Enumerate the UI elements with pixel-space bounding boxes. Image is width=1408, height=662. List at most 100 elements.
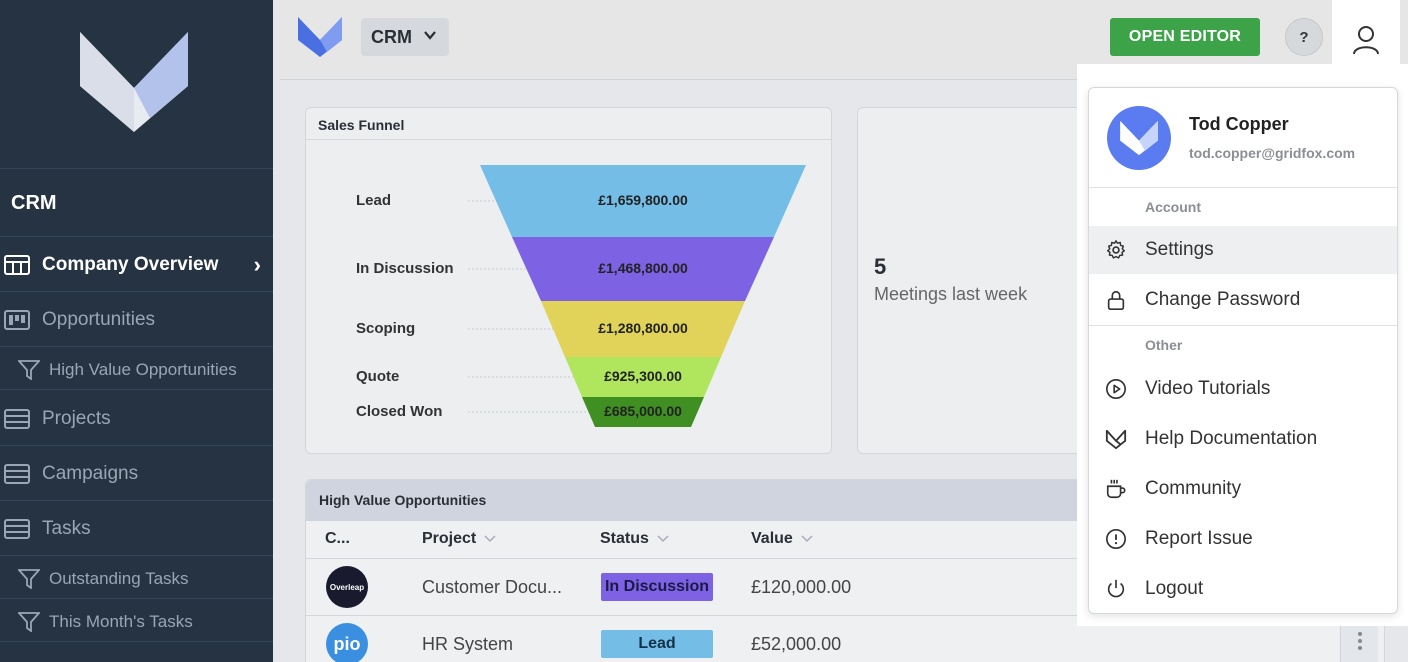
column-header-label: Value [751,530,793,547]
sidebar-item-campaigns[interactable]: Campaigns [0,459,273,489]
section-heading-account: Account [1145,199,1201,215]
column-header-label: Project [422,530,477,547]
table-icon [4,464,30,484]
divider [0,389,273,390]
sort-icon[interactable] [657,535,669,543]
user-email: tod.copper@gridfox.com [1189,145,1356,161]
project-cell: HR System [422,634,514,654]
filter-icon [18,569,40,589]
menu-item-label: Community [1145,478,1242,499]
gridfox-logo[interactable] [297,16,343,58]
sidebar-item-tasks[interactable]: Tasks [0,514,273,544]
menu-item-help-documentation[interactable]: Help Documentation [1089,415,1397,463]
company-logo-text: Overleap [329,582,365,592]
user-dropdown-menu: Tod Copper tod.copper@gridfox.com Accoun… [1088,87,1398,614]
status-badge: Lead [601,630,713,658]
gear-icon [1107,240,1125,259]
column-header-label: C... [325,530,350,547]
funnel-stage-label: Scoping [356,320,416,337]
project-cell: Customer Docu... [422,577,563,597]
sidebar-item-company-overview[interactable]: Company Overview › [0,250,273,280]
funnel-stage-value: £1,659,800.00 [598,192,688,208]
section-heading-other: Other [1145,337,1183,353]
funnel-stage-value: £1,468,800.00 [598,260,688,276]
company-logo: pio [326,623,368,662]
column-header-label: Status [600,530,649,547]
funnel-stage-value: £1,280,800.00 [598,320,688,336]
funnel-stage-label: Quote [356,368,400,385]
lock-icon [1107,290,1125,310]
sidebar-item-high-value-opportunities[interactable]: High Value Opportunities [0,355,273,385]
funnel-stage-value: £685,000.00 [604,403,682,419]
sidebar: CRM Company Overview › Opportunities Hig… [0,0,273,662]
dashboard-icon [4,255,30,275]
funnel-stage-label: In Discussion [356,260,454,277]
help-button[interactable]: ? [1285,18,1323,56]
app-select-label: CRM [371,26,412,47]
value-cell: £120,000.00 [751,577,852,597]
kanban-icon [4,310,30,330]
sidebar-app-name: CRM [11,192,57,214]
funnel-stage-value: £925,300.00 [604,368,682,384]
divider [0,641,273,642]
menu-item-settings[interactable]: Settings [1089,226,1397,274]
sidebar-item-this-months-tasks[interactable]: This Month's Tasks [0,607,273,637]
meetings-stat-panel: 5 Meetings last week [857,107,1097,454]
sort-icon[interactable] [484,535,496,543]
sidebar-item-projects[interactable]: Projects [0,404,273,434]
column-header-company[interactable]: C... [325,530,350,548]
divider [0,291,273,292]
sidebar-item-opportunities[interactable]: Opportunities [0,305,273,335]
menu-item-change-password[interactable]: Change Password [1089,276,1397,324]
menu-item-label: Video Tutorials [1145,378,1271,399]
sort-icon[interactable] [801,535,813,543]
menu-item-label: Report Issue [1145,528,1253,549]
stat-label: Meetings last week [874,284,1028,304]
open-editor-button[interactable]: OPEN EDITOR [1110,18,1260,56]
avatar [1107,106,1171,170]
power-icon [1107,579,1125,598]
menu-item-label: Logout [1145,578,1204,599]
stat-value: 5 [874,254,887,279]
sidebar-item-label: Opportunities [42,309,156,330]
divider [0,555,273,556]
company-logo-text: pio [333,633,361,654]
menu-item-report-issue[interactable]: Report Issue [1089,515,1397,563]
divider [1089,325,1397,326]
menu-item-label: Change Password [1145,289,1301,310]
menu-item-community[interactable]: Community [1089,465,1397,513]
column-header-status[interactable]: Status [600,530,669,548]
user-name: Tod Copper [1189,114,1289,134]
status-badge: In Discussion [601,573,713,601]
chevron-down-icon [424,31,436,40]
table-icon [4,409,30,429]
sales-funnel-panel: Sales Funnel Lead £1,659,800.00 In Discuss… [305,107,832,454]
divider [1089,187,1397,188]
coffee-icon [1106,479,1126,499]
menu-item-logout[interactable]: Logout [1089,565,1397,613]
funnel-stage-label: Closed Won [356,403,443,420]
divider [0,236,273,237]
user-icon [1353,26,1379,55]
divider [0,168,273,169]
menu-item-video-tutorials[interactable]: Video Tutorials [1089,365,1397,413]
gridfox-icon [1105,429,1127,450]
divider [0,445,273,446]
sidebar-item-label: High Value Opportunities [49,360,237,379]
column-header-value[interactable]: Value [751,530,813,548]
table-icon [4,519,30,539]
table-title: High Value Opportunities [319,492,487,508]
sidebar-item-label: Tasks [42,518,91,539]
company-logo: Overleap [326,566,368,608]
gridfox-logo [80,32,188,132]
sidebar-item-outstanding-tasks[interactable]: Outstanding Tasks [0,564,273,594]
app-select[interactable]: CRM [361,18,449,56]
filter-icon [18,360,40,380]
menu-item-label: Help Documentation [1145,428,1318,449]
sidebar-item-label: This Month's Tasks [49,612,193,631]
sidebar-item-label: Projects [42,408,111,429]
column-header-project[interactable]: Project [422,530,496,548]
divider [0,500,273,501]
alert-circle-icon [1106,529,1126,549]
gridfox-logo [1120,120,1158,156]
